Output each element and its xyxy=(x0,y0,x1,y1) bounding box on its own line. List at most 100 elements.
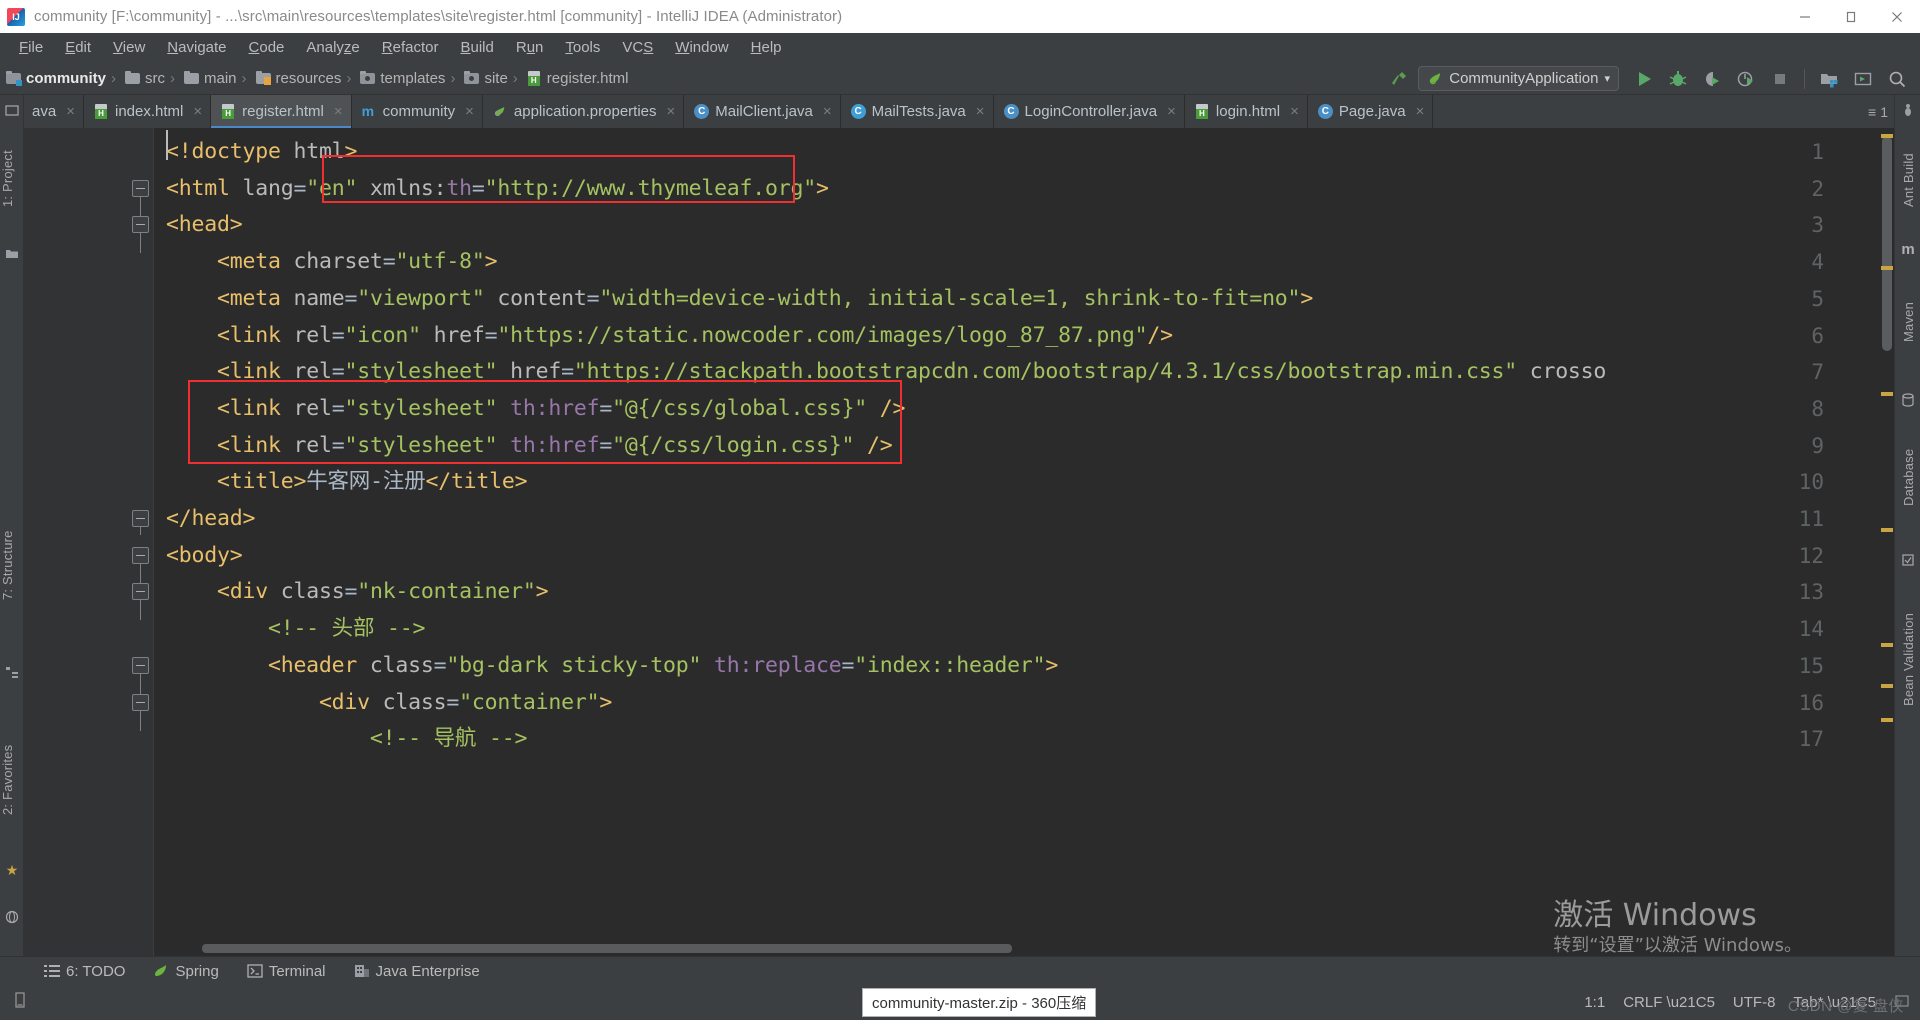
web-globe-icon[interactable] xyxy=(5,910,19,924)
taskbar-window-tab[interactable]: community-master.zip - 360压缩 xyxy=(862,988,1097,1017)
editor-horizontal-scrollbar[interactable] xyxy=(202,944,1012,953)
tab-close-icon[interactable]: × xyxy=(334,103,343,120)
fold-toggle[interactable] xyxy=(132,656,149,694)
code-text-area[interactable]: <!doctype html> <html lang="en" xmlns:th=… xyxy=(154,128,1894,956)
code-line[interactable]: </head> xyxy=(166,501,255,538)
code-line[interactable]: <!doctype html> xyxy=(166,134,357,171)
caret-position[interactable]: 1:1 xyxy=(1584,994,1605,1011)
fold-toggle[interactable] xyxy=(132,510,149,535)
editor-gutter[interactable] xyxy=(24,128,154,956)
breadcrumb-item-src[interactable]: src xyxy=(119,70,167,87)
bottom-item-spring[interactable]: Spring xyxy=(153,963,219,980)
fold-toggle[interactable] xyxy=(132,693,149,731)
code-line[interactable]: <meta name="viewport" content="width=dev… xyxy=(166,281,1313,318)
terminal-window-button[interactable] xyxy=(1848,65,1878,93)
sidebar-item-maven[interactable]: Maven xyxy=(1901,267,1920,377)
code-line[interactable]: <link rel="stylesheet" th:href="@{/css/l… xyxy=(166,428,893,465)
menu-window[interactable]: Window xyxy=(664,36,739,59)
error-stripe-mark[interactable] xyxy=(1881,684,1893,688)
tab-mailclient-java[interactable]: C MailClient.java × xyxy=(684,95,841,128)
menu-navigate[interactable]: Navigate xyxy=(156,36,237,59)
tab-close-icon[interactable]: × xyxy=(976,103,985,120)
maven-icon[interactable]: m xyxy=(1901,242,1915,257)
code-line[interactable]: <head> xyxy=(166,207,243,244)
breadcrumb-item-register-html[interactable]: register.html xyxy=(521,70,631,87)
tab-login-html[interactable]: login.html × xyxy=(1184,95,1308,128)
tab-page-java[interactable]: C Page.java × xyxy=(1307,95,1434,128)
bean-validation-icon[interactable] xyxy=(1901,553,1915,567)
tab-register-html[interactable]: register.html × xyxy=(211,95,352,128)
project-tool-icon[interactable] xyxy=(5,103,19,117)
breadcrumb-item-resources[interactable]: resources xyxy=(250,70,344,87)
tab-page-java-clipped[interactable]: ava × xyxy=(24,95,84,128)
code-line[interactable]: <div class="container"> xyxy=(166,685,612,722)
tab-logincontroller-java[interactable]: C LoginController.java × xyxy=(993,95,1185,128)
stop-button[interactable] xyxy=(1765,65,1795,93)
run-button[interactable] xyxy=(1629,65,1659,93)
sidebar-item-favorites[interactable]: 2: Favorites xyxy=(0,705,24,855)
error-stripe-mark[interactable] xyxy=(1881,134,1893,138)
fold-toggle[interactable] xyxy=(132,179,149,217)
tab-application-properties[interactable]: application.properties × xyxy=(482,95,685,128)
indent-setting[interactable]: Tab* \u21C5 xyxy=(1793,994,1876,1011)
breadcrumb-item-main[interactable]: main xyxy=(178,70,239,87)
tab-close-icon[interactable]: × xyxy=(667,103,676,120)
breadcrumb-item-community[interactable]: community xyxy=(0,70,108,87)
read-only-lock-icon[interactable] xyxy=(12,991,28,1014)
code-line[interactable]: <!-- 头部 --> xyxy=(166,611,426,648)
tab-community-pom[interactable]: m community × xyxy=(351,95,483,128)
tab-close-icon[interactable]: × xyxy=(1416,103,1425,120)
ant-build-icon[interactable] xyxy=(1901,103,1915,117)
sidebar-item-project[interactable]: 1: Project xyxy=(0,119,24,239)
menu-vcs[interactable]: VCS xyxy=(611,36,664,59)
code-line[interactable]: <body> xyxy=(166,538,243,575)
sidebar-item-bean-validation[interactable]: Bean Validation xyxy=(1901,577,1920,742)
run-with-coverage-button[interactable] xyxy=(1697,65,1727,93)
fold-toggle[interactable] xyxy=(132,546,149,584)
menu-view[interactable]: View xyxy=(102,36,156,59)
sidebar-item-database[interactable]: Database xyxy=(1901,417,1920,537)
maximize-restore-button[interactable] xyxy=(1828,0,1874,33)
code-line[interactable]: <html lang="en" xmlns:th="http://www.thy… xyxy=(166,171,829,208)
error-stripe-mark[interactable] xyxy=(1881,392,1893,396)
code-line[interactable]: <title>牛客网-注册</title> xyxy=(166,464,528,501)
debug-button[interactable] xyxy=(1663,65,1693,93)
search-everywhere-button[interactable] xyxy=(1882,65,1912,93)
editor-vertical-scrollbar-track[interactable] xyxy=(1880,128,1894,956)
menu-code[interactable]: Code xyxy=(238,36,296,59)
error-stripe-mark[interactable] xyxy=(1881,528,1893,532)
project-folder-button[interactable] xyxy=(1814,65,1844,93)
minimize-button[interactable] xyxy=(1782,0,1828,33)
error-stripe-mark[interactable] xyxy=(1881,718,1893,722)
breadcrumb-item-templates[interactable]: templates xyxy=(354,70,447,87)
database-icon[interactable] xyxy=(1901,393,1915,407)
code-line[interactable]: <!-- 导航 --> xyxy=(166,721,528,758)
tab-close-icon[interactable]: × xyxy=(823,103,832,120)
file-encoding[interactable]: UTF-8 xyxy=(1733,994,1776,1011)
run-configuration-selector[interactable]: CommunityApplication ▾ xyxy=(1418,66,1619,91)
menu-edit[interactable]: Edit xyxy=(54,36,102,59)
code-line[interactable]: <meta charset="utf-8"> xyxy=(166,244,498,281)
profile-button[interactable] xyxy=(1731,65,1761,93)
build-project-button[interactable] xyxy=(1384,65,1414,93)
bottom-item-java-enterprise[interactable]: Java Enterprise xyxy=(354,963,480,980)
code-line[interactable]: <header class="bg-dark sticky-top" th:re… xyxy=(166,648,1058,685)
breadcrumb-item-site[interactable]: site xyxy=(458,70,509,87)
bottom-item-terminal[interactable]: Terminal xyxy=(247,963,326,980)
tab-close-icon[interactable]: × xyxy=(1290,103,1299,120)
code-editor[interactable]: 1 2 3 4 5 6 7 8 9 10 11 12 13 14 15 16 17 <!doctype html… xyxy=(24,128,1894,956)
structure-tree-icon[interactable] xyxy=(5,665,19,679)
menu-run[interactable]: Run xyxy=(505,36,555,59)
tab-close-icon[interactable]: × xyxy=(1167,103,1176,120)
fold-toggle[interactable] xyxy=(132,216,149,254)
chevron-down-icon[interactable]: ▾ xyxy=(1604,72,1610,85)
menu-build[interactable]: Build xyxy=(449,36,504,59)
tab-close-icon[interactable]: × xyxy=(66,103,75,120)
memory-indicator-icon[interactable] xyxy=(1894,993,1910,1013)
tab-index-html[interactable]: index.html × xyxy=(84,95,212,128)
favorites-folder-icon[interactable] xyxy=(5,247,19,261)
close-button[interactable] xyxy=(1874,0,1920,33)
code-line[interactable]: <div class="nk-container"> xyxy=(166,574,549,611)
editor-vertical-scrollbar-thumb[interactable] xyxy=(1882,136,1892,351)
sidebar-item-ant-build[interactable]: Ant Build xyxy=(1901,125,1920,235)
